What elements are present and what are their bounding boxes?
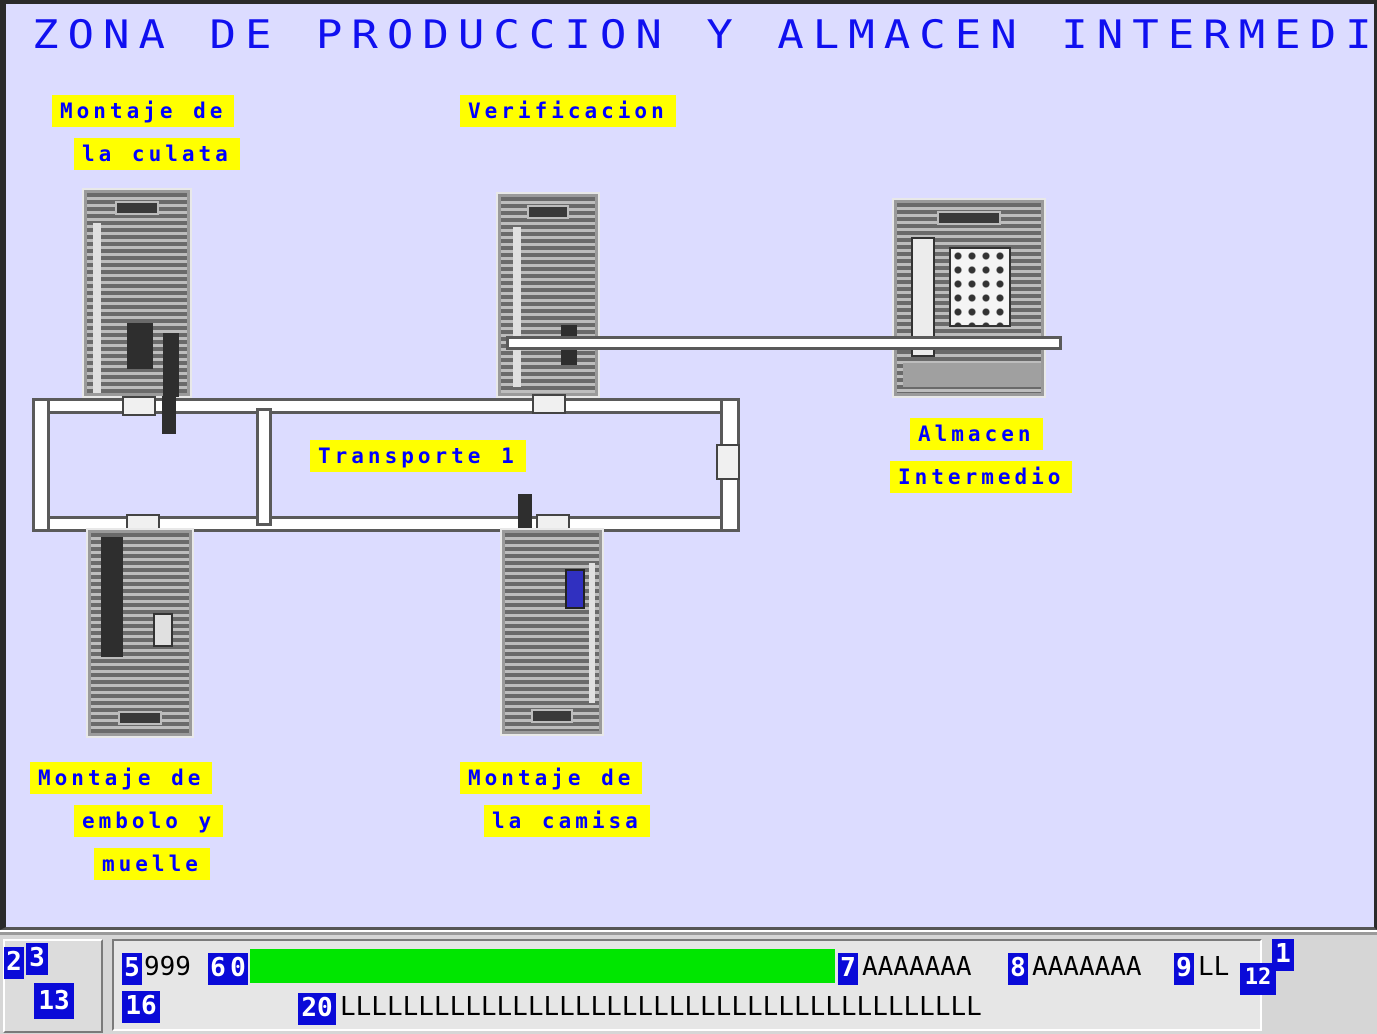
label-culata-line2: la culata bbox=[74, 138, 240, 170]
tag-0: 0 bbox=[228, 953, 248, 985]
station-camisa[interactable] bbox=[502, 530, 602, 734]
label-embolo-line1: Montaje de bbox=[30, 762, 213, 794]
label-embolo-line2: embolo y bbox=[74, 805, 224, 837]
label-verificacion: Verificacion bbox=[460, 95, 676, 127]
transport-loop-left bbox=[32, 398, 50, 532]
tag-8: 8 bbox=[1008, 953, 1028, 985]
tag-20: 20 bbox=[298, 993, 336, 1025]
tag-3: 3 bbox=[26, 943, 48, 975]
tag-16: 16 bbox=[122, 991, 160, 1023]
label-culata-line1: Montaje de bbox=[52, 95, 235, 127]
station-embolo[interactable] bbox=[88, 530, 192, 736]
tag-6: 6 bbox=[208, 953, 228, 985]
tag-2: 2 bbox=[4, 947, 24, 979]
link-rail bbox=[506, 336, 1062, 350]
tag-13[interactable]: 13 bbox=[34, 983, 74, 1019]
station-culata[interactable] bbox=[84, 190, 190, 397]
tag-9: 9 bbox=[1174, 953, 1194, 985]
field-20-value: LLLLLLLLLLLLLLLLLLLLLLLLLLLLLLLLLLLLLLLL… bbox=[340, 992, 982, 1022]
tag-1: 1 bbox=[1272, 939, 1294, 971]
process-screen: ZONA DE PRODUCCION Y ALMACEN INTERMEDIO bbox=[0, 0, 1377, 930]
field-8-value: AAAAAAA bbox=[1032, 952, 1142, 982]
field-9-value: LL bbox=[1198, 952, 1230, 982]
transport-loop-middle bbox=[256, 408, 272, 526]
progress-bar bbox=[250, 949, 835, 983]
station-almacen[interactable] bbox=[894, 200, 1044, 396]
label-transporte: Transporte 1 bbox=[310, 440, 526, 472]
tag-7: 7 bbox=[838, 953, 858, 985]
field-7-value: AAAAAAA bbox=[862, 952, 972, 982]
label-almacen-line2: Intermedio bbox=[890, 461, 1073, 493]
tag-5: 5 bbox=[122, 953, 142, 985]
label-camisa-line1: Montaje de bbox=[460, 762, 643, 794]
label-almacen-line1: Almacen bbox=[910, 418, 1043, 450]
label-embolo-line3: muelle bbox=[94, 848, 210, 880]
station-verificacion[interactable] bbox=[498, 194, 598, 396]
counter-value: 999 bbox=[144, 952, 191, 982]
tag-12: 12 bbox=[1240, 963, 1276, 995]
page-title: ZONA DE PRODUCCION Y ALMACEN INTERMEDIO bbox=[32, 12, 1377, 58]
label-camisa-line2: la camisa bbox=[484, 805, 650, 837]
status-bar: 2 3 13 5 999 6 0 7 AAAAAAA 8 AAAAAAA 9 L… bbox=[0, 932, 1377, 1034]
